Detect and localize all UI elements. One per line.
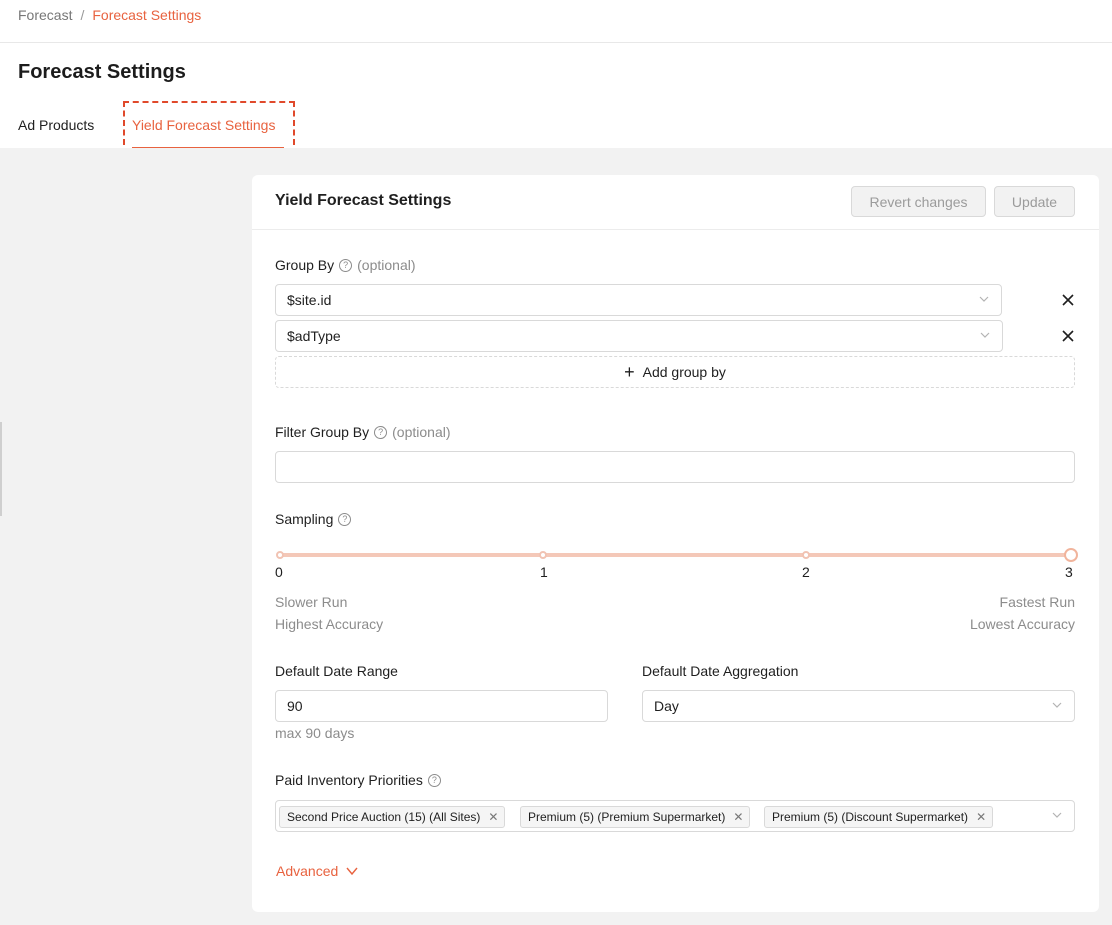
- lowest-accuracy-caption: Lowest Accuracy: [969, 616, 1075, 632]
- chevron-down-icon: [346, 867, 358, 876]
- group-by-select-2[interactable]: $adType: [275, 320, 1003, 352]
- top-bar: Forecast / Forecast Settings: [0, 0, 1112, 43]
- remove-tag-close-icon[interactable]: ✕: [488, 810, 498, 824]
- tag-label: Premium (5) (Premium Supermarket): [528, 810, 726, 824]
- sampling-slider-dot-1[interactable]: [539, 551, 547, 559]
- breadcrumb: Forecast / Forecast Settings: [18, 7, 201, 23]
- help-icon[interactable]: ?: [427, 773, 441, 787]
- plus-icon: +: [624, 362, 635, 382]
- group-by-optional: (optional): [357, 257, 416, 273]
- date-aggregation-label: Default Date Aggregation: [642, 663, 798, 679]
- filter-group-by-optional: (optional): [392, 424, 451, 440]
- revert-changes-button[interactable]: Revert changes: [851, 186, 986, 217]
- sampling-label: Sampling ?: [275, 511, 352, 527]
- date-aggregation-select[interactable]: Day: [642, 690, 1075, 722]
- chevron-down-icon: [1052, 702, 1062, 708]
- sampling-tick-2: 2: [802, 564, 810, 580]
- group-by-label: Group By ? (optional): [275, 257, 416, 273]
- help-icon[interactable]: ?: [338, 512, 352, 526]
- advanced-label: Advanced: [276, 863, 339, 879]
- tag-label: Premium (5) (Discount Supermarket): [772, 810, 969, 824]
- fastest-run-caption: Fastest Run: [999, 594, 1075, 610]
- group-by-select-1[interactable]: $site.id: [275, 284, 1002, 316]
- date-range-label-text: Default Date Range: [275, 663, 398, 679]
- group-by-value-2: $adType: [287, 328, 341, 344]
- sampling-tick-0: 0: [275, 564, 283, 580]
- remove-group-by-1-close-icon[interactable]: [1060, 292, 1076, 308]
- tab-yield-forecast-settings[interactable]: Yield Forecast Settings: [132, 117, 275, 133]
- tag-discount-supermarket: Premium (5) (Discount Supermarket) ✕: [764, 806, 994, 828]
- breadcrumb-forecast-link[interactable]: Forecast: [18, 7, 72, 23]
- group-by-value-1: $site.id: [287, 292, 332, 308]
- chevron-down-icon: [1052, 812, 1062, 818]
- tag-premium-supermarket: Premium (5) (Premium Supermarket) ✕: [520, 806, 751, 828]
- yield-settings-card: Yield Forecast Settings Revert changes U…: [252, 175, 1099, 912]
- sampling-slider-track[interactable]: [280, 553, 1069, 557]
- sampling-label-text: Sampling: [275, 511, 334, 527]
- paid-inventory-label: Paid Inventory Priorities ?: [275, 772, 441, 788]
- add-group-by-label: Add group by: [642, 364, 726, 380]
- date-range-label: Default Date Range: [275, 663, 398, 679]
- card-title: Yield Forecast Settings: [275, 192, 452, 209]
- remove-tag-close-icon[interactable]: ✕: [733, 810, 743, 824]
- card-header: Yield Forecast Settings Revert changes U…: [252, 175, 1099, 230]
- remove-group-by-2-close-icon[interactable]: [1060, 328, 1076, 344]
- sampling-slider-handle[interactable]: [1064, 548, 1078, 562]
- tag-label: Second Price Auction (15) (All Sites): [287, 810, 481, 824]
- chevron-down-icon: [980, 332, 990, 338]
- sampling-slider-dot-2[interactable]: [802, 551, 810, 559]
- date-aggregation-label-text: Default Date Aggregation: [642, 663, 799, 679]
- remove-tag-close-icon[interactable]: ✕: [976, 810, 986, 824]
- highest-accuracy-caption: Highest Accuracy: [275, 616, 384, 632]
- breadcrumb-current: Forecast Settings: [92, 7, 202, 23]
- tag-second-price-auction: Second Price Auction (15) (All Sites) ✕: [279, 806, 506, 828]
- filter-group-by-label: Filter Group By ? (optional): [275, 424, 451, 440]
- paid-inventory-label-text: Paid Inventory Priorities: [275, 772, 423, 788]
- filter-group-by-label-text: Filter Group By: [275, 424, 370, 440]
- update-button[interactable]: Update: [994, 186, 1075, 217]
- filter-group-by-input[interactable]: [275, 451, 1075, 483]
- sampling-slider-dot-0[interactable]: [276, 551, 284, 559]
- group-by-label-text: Group By: [275, 257, 335, 273]
- advanced-toggle[interactable]: Advanced: [276, 863, 358, 879]
- slower-run-caption: Slower Run: [275, 594, 348, 610]
- page-title: Forecast Settings: [18, 61, 186, 83]
- sampling-tick-1: 1: [540, 564, 548, 580]
- sampling-tick-3: 3: [1065, 564, 1073, 580]
- help-icon[interactable]: ?: [374, 425, 388, 439]
- date-aggregation-value: Day: [654, 698, 679, 714]
- breadcrumb-separator: /: [80, 7, 85, 23]
- help-icon[interactable]: ?: [339, 258, 353, 272]
- paid-inventory-multiselect[interactable]: Second Price Auction (15) (All Sites) ✕ …: [275, 800, 1075, 832]
- tab-ad-products[interactable]: Ad Products: [18, 117, 94, 133]
- date-range-hint: max 90 days: [275, 725, 355, 741]
- chevron-down-icon: [979, 296, 989, 302]
- sidebar-edge-handle: [0, 422, 2, 516]
- date-range-input[interactable]: [275, 690, 608, 722]
- add-group-by-button[interactable]: + Add group by: [275, 356, 1075, 388]
